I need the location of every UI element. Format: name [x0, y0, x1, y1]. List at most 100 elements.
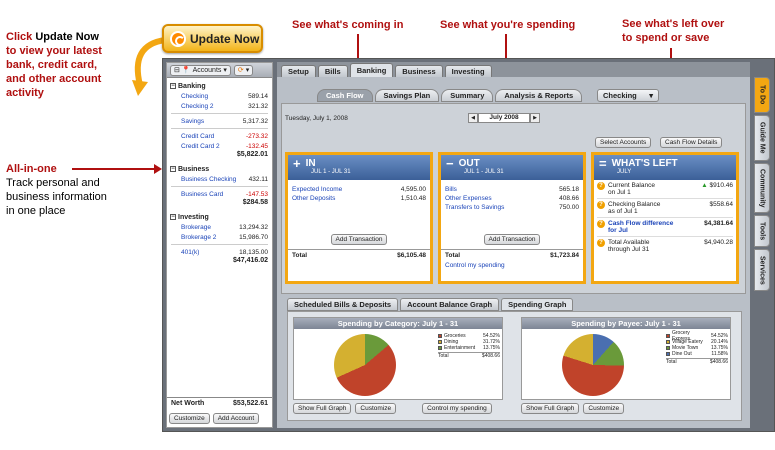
account-row[interactable]: Checking 2 321.32: [167, 101, 272, 111]
tab-bills[interactable]: Bills: [317, 65, 348, 77]
left-over-callout: See what's left over to spend or save: [622, 18, 725, 44]
show-full-graph-button[interactable]: Show Full Graph: [293, 403, 352, 414]
accounts-dropdown[interactable]: ⊟ 📍 Accounts ▾: [170, 64, 231, 76]
help-icon[interactable]: ?: [597, 220, 605, 228]
account-row[interactable]: Credit Card -273.32: [167, 131, 272, 141]
in-card-header: + IN JUL 1 - JUL 31: [288, 155, 430, 180]
payee-graph-title: Spending by Payee: July 1 - 31: [522, 318, 730, 329]
add-transaction-button[interactable]: Add Transaction: [330, 234, 388, 245]
cash-flow-content: Tuesday, July 1, 2008 ◀ July 2008 ▶ Sele…: [281, 103, 746, 294]
add-account-button[interactable]: Add Account: [212, 413, 260, 424]
plus-icon: +: [293, 155, 301, 171]
account-row[interactable]: Brokerage 13,294.32: [167, 222, 272, 232]
whats-left-row[interactable]: ? Cash Flow difference for Jul $4,381.64: [597, 218, 733, 237]
tab-guide-me[interactable]: Guide Me: [754, 115, 770, 161]
help-icon[interactable]: ?: [597, 239, 605, 247]
tab-analysis-reports[interactable]: Analysis & Reports: [495, 89, 583, 102]
collapse-icon[interactable]: −: [170, 83, 176, 89]
payee-legend: Grocery Express 54.52% Village Eatery 20.1…: [666, 330, 728, 365]
update-arrow: [132, 37, 166, 96]
customize-graph-button[interactable]: Customize: [583, 403, 625, 414]
group-total: $284.58: [242, 199, 268, 206]
payee-graph: Spending by Payee: July 1 - 31 Grocery E…: [521, 317, 731, 400]
tab-to-do[interactable]: To Do: [754, 77, 770, 113]
tab-summary[interactable]: Summary: [441, 89, 494, 102]
prev-month-button[interactable]: ◀: [468, 113, 478, 123]
control-spending-button[interactable]: Control my spending: [422, 403, 492, 414]
accounts-sidebar: ⊟ 📍 Accounts ▾ ⟳ ▾ − Banking Checking 589.…: [166, 62, 273, 428]
tab-investing[interactable]: Investing: [444, 65, 492, 77]
customize-button[interactable]: Customize: [169, 413, 210, 424]
in-total: Total $6,105.48: [288, 249, 430, 261]
whats-left-row[interactable]: ? Current Balance on Jul 1 ▲ $910.46: [597, 180, 733, 199]
tab-scheduled-bills[interactable]: Scheduled Bills & Deposits: [287, 298, 399, 311]
banking-group: − Banking Checking 589.14 Checking 2 321.32…: [167, 81, 272, 161]
category-pie[interactable]: [334, 334, 396, 396]
account-row[interactable]: Savings 5,317.32: [167, 116, 272, 126]
account-row[interactable]: Checking 589.14: [167, 91, 272, 101]
whats-left-row[interactable]: ? Checking Balance as of Jul 1 $558.64: [597, 199, 733, 218]
out-total: Total $1,723.84: [441, 249, 583, 261]
tab-services[interactable]: Services: [754, 249, 770, 291]
accounts-label: Accounts: [192, 66, 222, 74]
update-menu[interactable]: ⟳ ▾: [233, 64, 254, 76]
help-icon[interactable]: ?: [597, 182, 605, 190]
out-row[interactable]: Other Expenses 408.66: [441, 194, 583, 203]
business-group: − Business Business Checking 432.11 Busine…: [167, 164, 272, 209]
update-now-button[interactable]: Update Now: [162, 24, 263, 53]
payee-pie[interactable]: [562, 334, 624, 396]
collapse-icon[interactable]: −: [170, 214, 176, 220]
tab-account-balance-graph[interactable]: Account Balance Graph: [400, 298, 500, 311]
out-card-header: − OUT JUL 1 - JUL 31: [441, 155, 583, 180]
control-spending-link[interactable]: Control my spending: [441, 261, 583, 270]
next-month-button[interactable]: ▶: [530, 113, 540, 123]
in-row[interactable]: Expected Income 4,595.00: [288, 185, 430, 194]
group-title[interactable]: − Investing: [167, 212, 272, 222]
tab-community[interactable]: Community: [754, 163, 770, 213]
allinone-callout: All-in-one Track personal and business i…: [6, 163, 107, 217]
allinone-arrow: [72, 168, 160, 170]
tab-business[interactable]: Business: [395, 65, 443, 77]
app-window: ⊟ 📍 Accounts ▾ ⟳ ▾ − Banking Checking 589.…: [162, 58, 775, 432]
coming-in-callout: See what's coming in: [292, 19, 404, 31]
out-row[interactable]: Bills 565.18: [441, 185, 583, 194]
account-row[interactable]: Brokerage 2 15,986.70: [167, 232, 272, 242]
minus-icon: ⊟: [174, 67, 180, 74]
group-title[interactable]: − Business: [167, 164, 272, 174]
help-icon[interactable]: ?: [597, 201, 605, 209]
account-row[interactable]: Business Checking 432.11: [167, 174, 272, 184]
tab-banking[interactable]: Banking: [349, 63, 394, 77]
side-tabs: To Do Guide Me Community Tools Services: [754, 77, 772, 293]
month-label: July 2008: [478, 113, 530, 123]
account-select[interactable]: Checking ▾: [597, 89, 659, 102]
account-row[interactable]: 401(k) 18,135.00: [167, 247, 272, 257]
show-full-graph-button[interactable]: Show Full Graph: [521, 403, 580, 414]
category-legend: Groceries 54.52% Dining 31.72% Entertainme…: [438, 333, 500, 359]
collapse-icon[interactable]: −: [170, 166, 176, 172]
account-row[interactable]: Credit Card 2 -132.45: [167, 141, 272, 151]
top-tabs: Setup Bills Banking Business Investing: [277, 62, 750, 77]
category-graph-title: Spending by Category: July 1 - 31: [294, 318, 502, 329]
add-transaction-button[interactable]: Add Transaction: [483, 234, 541, 245]
minus-icon: −: [446, 155, 454, 171]
tab-savings-plan[interactable]: Savings Plan: [374, 89, 440, 102]
cash-flow-details-button[interactable]: Cash Flow Details: [660, 137, 723, 148]
refresh-small-icon: ⟳: [237, 67, 244, 74]
investing-group: − Investing Brokerage 13,294.32 Brokerage …: [167, 212, 272, 267]
tab-setup[interactable]: Setup: [281, 65, 316, 77]
customize-graph-button[interactable]: Customize: [355, 403, 397, 414]
account-row[interactable]: Business Card -147.53: [167, 189, 272, 199]
tab-cash-flow[interactable]: Cash Flow: [317, 89, 373, 102]
current-date: Tuesday, July 1, 2008: [285, 115, 348, 122]
sub-tabs: Cash Flow Savings Plan Summary Analysis …: [317, 89, 583, 102]
tab-spending-graph[interactable]: Spending Graph: [501, 298, 574, 311]
out-row[interactable]: Transfers to Savings 750.00: [441, 203, 583, 212]
whats-left-row[interactable]: ? Total Available through Jul 31 $4,940.28: [597, 237, 733, 255]
in-row[interactable]: Other Deposits 1,510.48: [288, 194, 430, 203]
group-total: $47,416.02: [232, 257, 268, 264]
select-accounts-button[interactable]: Select Accounts: [595, 137, 652, 148]
tab-tools[interactable]: Tools: [754, 215, 770, 247]
spending-graph-panel: Spending by Category: July 1 - 31 Grocer…: [287, 311, 742, 421]
group-title[interactable]: − Banking: [167, 81, 272, 91]
update-now-label: Update Now: [190, 31, 260, 46]
